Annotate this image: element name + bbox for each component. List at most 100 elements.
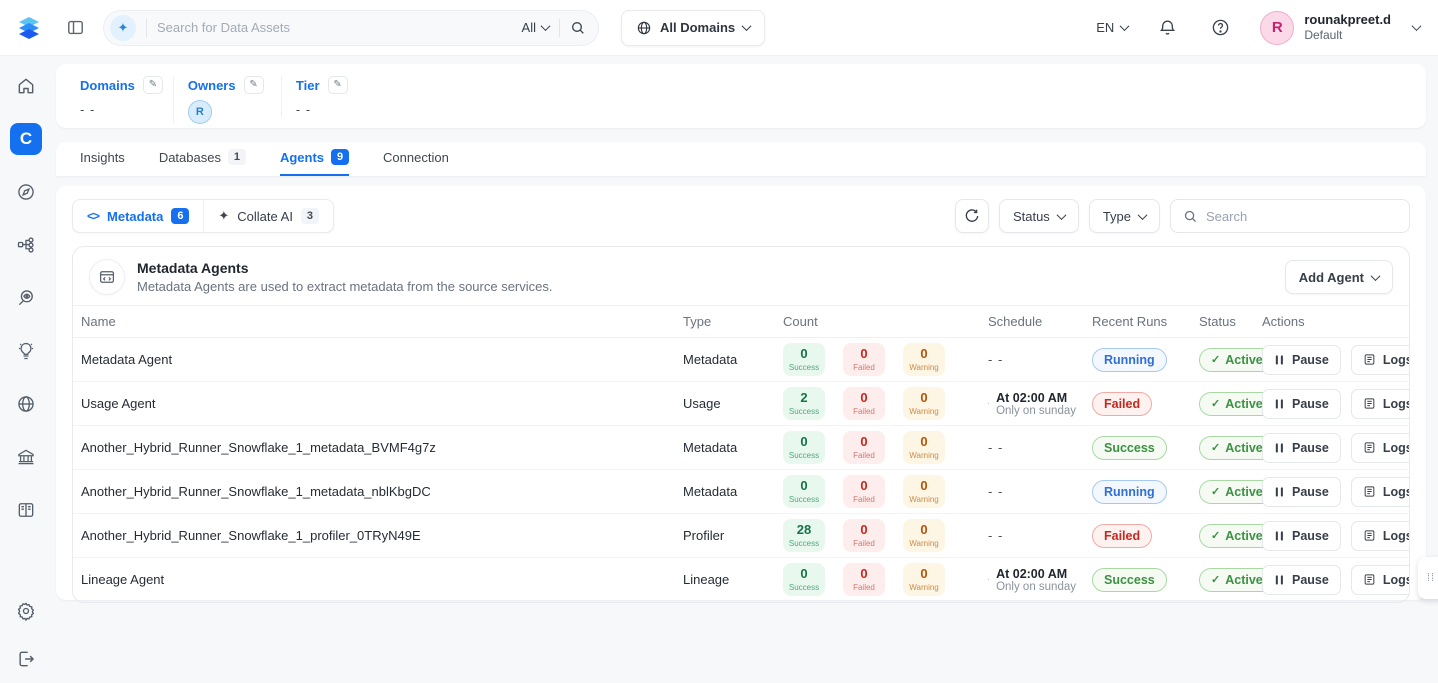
search-icon[interactable] [570,20,586,36]
failed-count-chip: 0Failed [843,387,885,420]
warning-count-chip: 0Warning [903,475,945,508]
entity-tabs: Insights Databases 1 Agents 9 Connection [56,142,1426,176]
failed-label: Failed [853,407,875,416]
nav-home-icon[interactable] [10,70,42,102]
notifications-bell-icon[interactable] [1154,14,1181,41]
run-counts: 0Success 0Failed 0Warning [783,475,972,508]
failed-count: 0 [860,390,867,406]
tab-databases[interactable]: Databases 1 [159,149,246,176]
success-label: Success [789,495,819,504]
search-scope-dropdown[interactable]: All [522,20,549,35]
sidebar-toggle-icon[interactable] [62,14,89,41]
nav-insights-bulb-icon[interactable] [10,335,42,367]
nav-governance-bank-icon[interactable] [10,441,42,473]
pause-button[interactable]: Pause [1262,433,1341,463]
all-domains-button[interactable]: All Domains [621,10,765,46]
pause-button[interactable]: Pause [1262,389,1341,419]
recent-run-badge[interactable]: Running [1092,348,1167,372]
warning-label: Warning [909,495,939,504]
failed-count-chip: 0Failed [843,343,885,376]
status-filter-dropdown[interactable]: Status [999,199,1079,233]
recent-run-badge[interactable]: Success [1092,568,1167,592]
owners-label: Owners [188,78,236,93]
table-row: Metadata Agent Metadata 0Success 0Failed… [73,338,1409,382]
chevron-down-icon [1138,210,1148,220]
logout-icon[interactable] [10,643,42,675]
edit-domains-icon[interactable]: ✎ [143,76,163,94]
chevron-down-icon [1371,271,1381,281]
refresh-icon [964,208,980,224]
pause-button[interactable]: Pause [1262,477,1341,507]
pause-label: Pause [1292,397,1329,411]
add-agent-label: Add Agent [1299,270,1364,285]
agents-search-input[interactable]: Search [1170,199,1410,233]
logs-button[interactable]: Logs [1351,565,1410,595]
failed-count-chip: 0Failed [843,475,885,508]
nav-lineage-graph-icon[interactable] [10,229,42,261]
pause-label: Pause [1292,353,1329,367]
tier-label: Tier [296,78,320,93]
nav-domains-globe-icon[interactable] [10,388,42,420]
agent-tab-metadata[interactable]: <> Metadata 6 [73,200,203,232]
settings-gear-icon[interactable] [10,595,42,627]
recent-run-badge[interactable]: Success [1092,436,1167,460]
pause-button[interactable]: Pause [1262,565,1341,595]
edit-owners-icon[interactable]: ✎ [244,76,264,94]
col-actions: Actions [1254,306,1409,338]
agent-tab-label: Metadata [107,209,163,224]
recent-run-badge[interactable]: Running [1092,480,1167,504]
failed-count-chip: 0Failed [843,431,885,464]
add-agent-button[interactable]: Add Agent [1285,260,1393,294]
recent-run-badge[interactable]: Failed [1092,392,1152,416]
logs-icon [1363,485,1376,498]
success-count: 0 [800,478,807,494]
owner-avatar[interactable]: R [188,100,212,124]
schedule-frequency: Only on sunday [996,405,1076,417]
agent-tab-collate-ai[interactable]: ✦ Collate AI 3 [203,200,333,232]
success-count-chip: 0Success [783,475,825,508]
schedule-cell: At 02:00 AM Only on sunday [988,567,1076,593]
floating-widget-handle[interactable]: ⁞⁞ [1418,557,1438,599]
nav-glossary-book-icon[interactable] [10,494,42,526]
language-selector[interactable]: EN [1096,20,1128,35]
failed-count: 0 [860,566,867,582]
user-menu[interactable]: R rounakpreet.d Default [1260,11,1420,45]
divider [559,19,560,37]
col-recent-runs: Recent Runs [1084,306,1191,338]
failed-count: 0 [860,434,867,450]
nav-service-icon[interactable]: C [10,123,42,155]
tier-value: - - [296,102,361,117]
nav-observability-icon[interactable] [10,282,42,314]
pause-button[interactable]: Pause [1262,521,1341,551]
run-counts: 0Success 0Failed 0Warning [783,563,972,596]
logs-button[interactable]: Logs [1351,433,1410,463]
pause-button[interactable]: Pause [1262,345,1341,375]
help-icon[interactable] [1207,14,1234,41]
failed-count: 0 [860,522,867,538]
logs-label: Logs [1383,485,1410,499]
status-label: Active [1225,573,1263,587]
edit-tier-icon[interactable]: ✎ [328,76,348,94]
schedule-frequency: Only on sunday [996,581,1076,593]
pause-label: Pause [1292,529,1329,543]
warning-count-chip: 0Warning [903,343,945,376]
agent-type: Metadata [683,352,737,367]
recent-run-badge[interactable]: Failed [1092,524,1152,548]
tab-agents[interactable]: Agents 9 [280,149,349,176]
schedule-empty: - - [988,484,1003,499]
logs-button[interactable]: Logs [1351,345,1410,375]
global-search-bar[interactable]: ✦ Search for Data Assets All [103,10,599,46]
tab-insights[interactable]: Insights [80,150,125,176]
logs-button[interactable]: Logs [1351,389,1410,419]
success-count-chip: 0Success [783,431,825,464]
main-content: Domains ✎ - - Owners ✎ R Tier ✎ - - Insi… [52,56,1432,600]
refresh-button[interactable] [955,199,989,233]
failed-label: Failed [853,495,875,504]
type-filter-dropdown[interactable]: Type [1089,199,1160,233]
pause-label: Pause [1292,485,1329,499]
logs-button[interactable]: Logs [1351,521,1410,551]
nav-explore-compass-icon[interactable] [10,176,42,208]
success-label: Success [789,539,819,548]
logs-button[interactable]: Logs [1351,477,1410,507]
tab-connection[interactable]: Connection [383,150,449,176]
